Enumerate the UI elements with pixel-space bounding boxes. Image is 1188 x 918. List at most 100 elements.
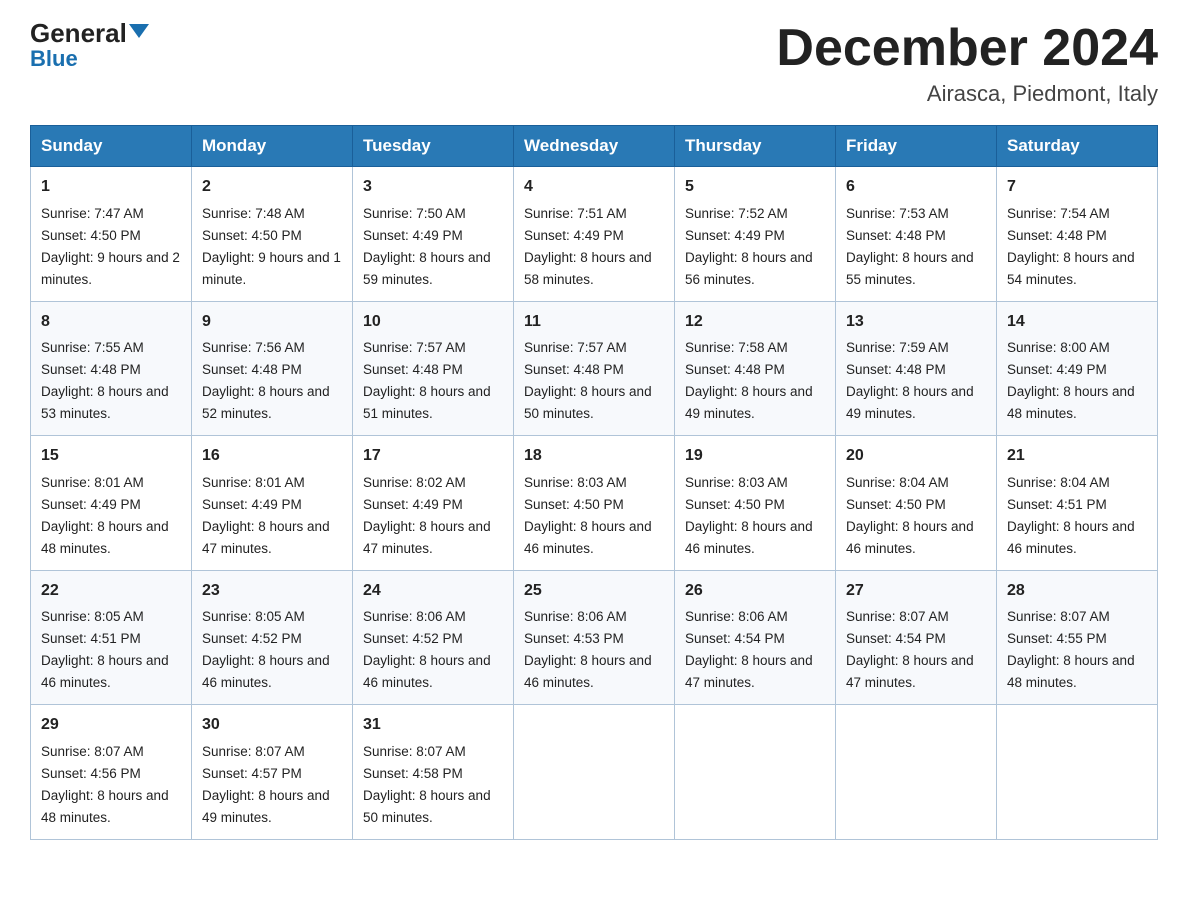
calendar-cell [675,705,836,839]
day-info: Sunrise: 8:05 AMSunset: 4:51 PMDaylight:… [41,609,169,690]
day-info: Sunrise: 7:51 AMSunset: 4:49 PMDaylight:… [524,206,652,287]
logo-general: General [30,20,127,46]
day-number: 9 [202,310,342,335]
calendar-cell: 1 Sunrise: 7:47 AMSunset: 4:50 PMDaylight… [31,167,192,301]
week-row-1: 1 Sunrise: 7:47 AMSunset: 4:50 PMDaylight… [31,167,1158,301]
day-info: Sunrise: 8:03 AMSunset: 4:50 PMDaylight:… [524,475,652,556]
day-number: 23 [202,579,342,604]
day-info: Sunrise: 8:06 AMSunset: 4:53 PMDaylight:… [524,609,652,690]
week-row-5: 29Sunrise: 8:07 AMSunset: 4:56 PMDayligh… [31,705,1158,839]
day-info: Sunrise: 7:56 AMSunset: 4:48 PMDaylight:… [202,340,330,421]
calendar-cell: 2 Sunrise: 7:48 AMSunset: 4:50 PMDaylight… [192,167,353,301]
day-info: Sunrise: 7:54 AMSunset: 4:48 PMDaylight:… [1007,206,1135,287]
day-number: 26 [685,579,825,604]
calendar-cell: 31Sunrise: 8:07 AMSunset: 4:58 PMDayligh… [353,705,514,839]
day-info: Sunrise: 8:07 AMSunset: 4:54 PMDaylight:… [846,609,974,690]
day-number: 22 [41,579,181,604]
calendar-cell [997,705,1158,839]
calendar-cell: 20Sunrise: 8:04 AMSunset: 4:50 PMDayligh… [836,436,997,570]
week-row-2: 8 Sunrise: 7:55 AMSunset: 4:48 PMDaylight… [31,301,1158,435]
day-number: 18 [524,444,664,469]
day-info: Sunrise: 8:04 AMSunset: 4:51 PMDaylight:… [1007,475,1135,556]
day-info: Sunrise: 7:57 AMSunset: 4:48 PMDaylight:… [363,340,491,421]
day-number: 14 [1007,310,1147,335]
calendar-cell: 3 Sunrise: 7:50 AMSunset: 4:49 PMDaylight… [353,167,514,301]
day-number: 5 [685,175,825,200]
calendar-table: SundayMondayTuesdayWednesdayThursdayFrid… [30,125,1158,839]
calendar-cell: 18 Sunrise: 8:03 AMSunset: 4:50 PMDayligh… [514,436,675,570]
day-info: Sunrise: 8:03 AMSunset: 4:50 PMDaylight:… [685,475,813,556]
weekday-header-thursday: Thursday [675,126,836,167]
logo: General Blue [30,20,149,72]
weekday-header-monday: Monday [192,126,353,167]
day-info: Sunrise: 7:55 AMSunset: 4:48 PMDaylight:… [41,340,169,421]
day-number: 21 [1007,444,1147,469]
day-number: 28 [1007,579,1147,604]
title-block: December 2024 Airasca, Piedmont, Italy [776,20,1158,107]
calendar-cell: 14 Sunrise: 8:00 AMSunset: 4:49 PMDayligh… [997,301,1158,435]
calendar-cell: 15 Sunrise: 8:01 AMSunset: 4:49 PMDayligh… [31,436,192,570]
day-number: 15 [41,444,181,469]
day-number: 16 [202,444,342,469]
day-info: Sunrise: 7:50 AMSunset: 4:49 PMDaylight:… [363,206,491,287]
day-number: 24 [363,579,503,604]
weekday-header-sunday: Sunday [31,126,192,167]
calendar-cell: 12 Sunrise: 7:58 AMSunset: 4:48 PMDayligh… [675,301,836,435]
day-number: 6 [846,175,986,200]
week-row-3: 15 Sunrise: 8:01 AMSunset: 4:49 PMDayligh… [31,436,1158,570]
day-info: Sunrise: 8:06 AMSunset: 4:54 PMDaylight:… [685,609,813,690]
day-number: 12 [685,310,825,335]
logo-triangle-icon [129,24,149,38]
day-info: Sunrise: 7:52 AMSunset: 4:49 PMDaylight:… [685,206,813,287]
day-info: Sunrise: 8:07 AMSunset: 4:57 PMDaylight:… [202,744,330,825]
day-number: 11 [524,310,664,335]
day-info: Sunrise: 8:00 AMSunset: 4:49 PMDaylight:… [1007,340,1135,421]
day-number: 1 [41,175,181,200]
weekday-header-saturday: Saturday [997,126,1158,167]
calendar-cell: 9 Sunrise: 7:56 AMSunset: 4:48 PMDaylight… [192,301,353,435]
day-number: 27 [846,579,986,604]
day-info: Sunrise: 7:58 AMSunset: 4:48 PMDaylight:… [685,340,813,421]
calendar-cell: 5 Sunrise: 7:52 AMSunset: 4:49 PMDaylight… [675,167,836,301]
day-number: 8 [41,310,181,335]
calendar-cell: 22 Sunrise: 8:05 AMSunset: 4:51 PMDayligh… [31,570,192,704]
day-info: Sunrise: 7:47 AMSunset: 4:50 PMDaylight:… [41,206,180,287]
calendar-cell: 24 Sunrise: 8:06 AMSunset: 4:52 PMDayligh… [353,570,514,704]
calendar-cell: 19 Sunrise: 8:03 AMSunset: 4:50 PMDayligh… [675,436,836,570]
calendar-cell: 30 Sunrise: 8:07 AMSunset: 4:57 PMDayligh… [192,705,353,839]
calendar-subtitle: Airasca, Piedmont, Italy [776,81,1158,107]
day-number: 17 [363,444,503,469]
day-number: 31 [363,713,503,738]
logo-blue: Blue [30,46,78,72]
week-row-4: 22 Sunrise: 8:05 AMSunset: 4:51 PMDayligh… [31,570,1158,704]
day-info: Sunrise: 8:01 AMSunset: 4:49 PMDaylight:… [41,475,169,556]
day-number: 4 [524,175,664,200]
calendar-cell: 10 Sunrise: 7:57 AMSunset: 4:48 PMDayligh… [353,301,514,435]
calendar-cell: 28Sunrise: 8:07 AMSunset: 4:55 PMDayligh… [997,570,1158,704]
calendar-cell [836,705,997,839]
day-number: 3 [363,175,503,200]
day-info: Sunrise: 8:05 AMSunset: 4:52 PMDaylight:… [202,609,330,690]
calendar-cell: 16Sunrise: 8:01 AMSunset: 4:49 PMDayligh… [192,436,353,570]
calendar-cell: 4 Sunrise: 7:51 AMSunset: 4:49 PMDaylight… [514,167,675,301]
day-info: Sunrise: 8:02 AMSunset: 4:49 PMDaylight:… [363,475,491,556]
day-info: Sunrise: 7:53 AMSunset: 4:48 PMDaylight:… [846,206,974,287]
weekday-header-tuesday: Tuesday [353,126,514,167]
day-info: Sunrise: 7:48 AMSunset: 4:50 PMDaylight:… [202,206,341,287]
calendar-cell: 17 Sunrise: 8:02 AMSunset: 4:49 PMDayligh… [353,436,514,570]
weekday-header-wednesday: Wednesday [514,126,675,167]
day-number: 13 [846,310,986,335]
weekday-header-friday: Friday [836,126,997,167]
day-number: 30 [202,713,342,738]
day-number: 10 [363,310,503,335]
page-header: General Blue December 2024 Airasca, Pied… [30,20,1158,107]
day-info: Sunrise: 7:59 AMSunset: 4:48 PMDaylight:… [846,340,974,421]
day-number: 7 [1007,175,1147,200]
day-info: Sunrise: 8:06 AMSunset: 4:52 PMDaylight:… [363,609,491,690]
calendar-cell: 6 Sunrise: 7:53 AMSunset: 4:48 PMDaylight… [836,167,997,301]
day-number: 20 [846,444,986,469]
day-number: 2 [202,175,342,200]
day-number: 29 [41,713,181,738]
calendar-cell: 27 Sunrise: 8:07 AMSunset: 4:54 PMDayligh… [836,570,997,704]
day-number: 19 [685,444,825,469]
